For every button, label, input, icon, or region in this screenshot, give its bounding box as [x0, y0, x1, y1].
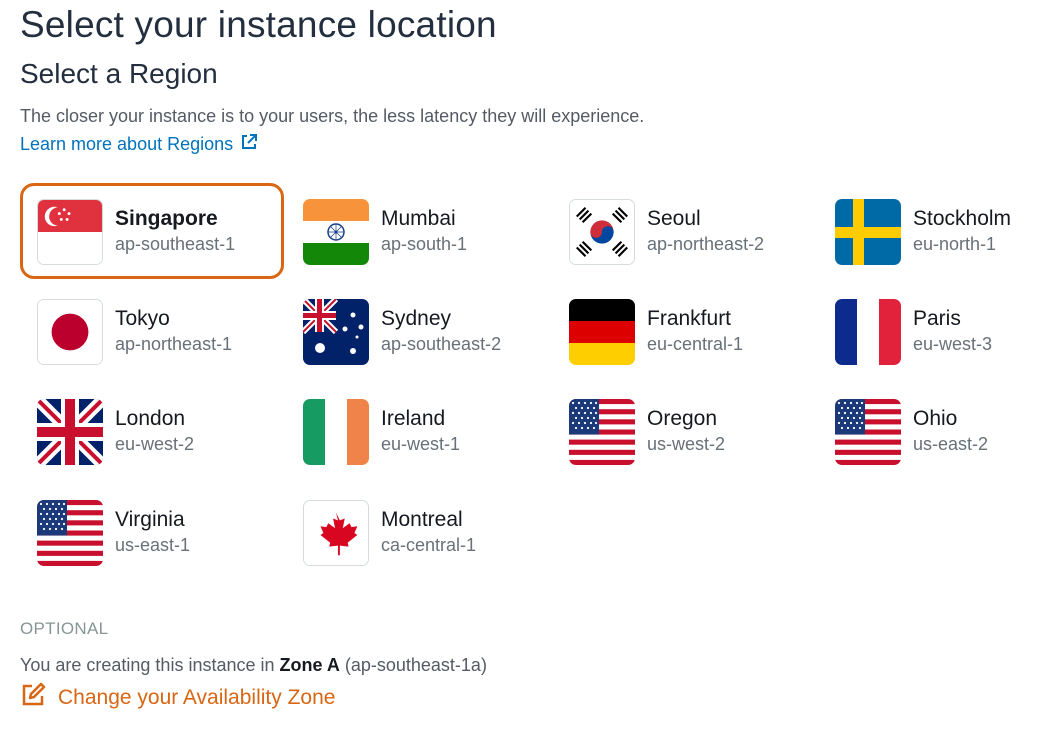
region-card-oregon[interactable]: Oregon us-west-2 [552, 383, 816, 479]
region-card-mumbai[interactable]: Mumbai ap-south-1 [286, 183, 550, 279]
singapore-flag-icon [37, 199, 103, 265]
region-city: Mumbai [381, 207, 456, 230]
japan-flag-icon [37, 299, 103, 365]
region-code: eu-west-1 [381, 434, 461, 454]
region-card-sydney[interactable]: Sydney ap-southeast-2 [286, 283, 550, 379]
region-code: eu-west-2 [115, 434, 195, 454]
region-code: eu-north-1 [913, 234, 997, 254]
zone-name: Zone A [279, 655, 340, 675]
zone-prefix: You are creating this instance in [20, 655, 275, 675]
usa-flag-icon [835, 399, 901, 465]
region-card-ohio[interactable]: Ohio us-east-2 [818, 383, 1043, 479]
usa-flag-icon [569, 399, 635, 465]
france-flag-icon [835, 299, 901, 365]
region-card-tokyo[interactable]: Tokyo ap-northeast-1 [20, 283, 284, 379]
region-card-ireland[interactable]: Ireland eu-west-1 [286, 383, 550, 479]
region-city: Tokyo [115, 307, 170, 330]
region-city: Sydney [381, 307, 452, 330]
region-grid: Singapore ap-southeast-1 Mumbai ap-south… [0, 0, 1043, 600]
region-card-seoul[interactable]: Seoul ap-northeast-2 [552, 183, 816, 279]
region-card-montreal[interactable]: Montreal ca-central-1 [286, 484, 550, 580]
zone-code: (ap-southeast-1a) [344, 655, 487, 675]
region-city: Paris [913, 307, 961, 330]
region-city: Montreal [381, 508, 463, 531]
region-code: us-east-2 [913, 434, 989, 454]
region-city: Frankfurt [647, 307, 732, 330]
region-code: ap-south-1 [381, 234, 468, 254]
region-city: Ohio [913, 407, 958, 430]
region-card-paris[interactable]: Paris eu-west-3 [818, 283, 1043, 379]
region-code: us-east-1 [115, 535, 191, 555]
usa-flag-icon [37, 500, 103, 566]
region-city: Oregon [647, 407, 718, 430]
region-card-stockholm[interactable]: Stockholm eu-north-1 [818, 183, 1043, 279]
change-zone-label: Change your Availability Zone [58, 686, 336, 709]
region-code: ap-southeast-1 [115, 234, 236, 254]
availability-zone-info: You are creating this instance in Zone A… [20, 655, 487, 676]
region-code: ap-northeast-1 [115, 334, 233, 354]
canada-flag-icon [303, 500, 369, 566]
sweden-flag-icon [835, 199, 901, 265]
region-card-virginia[interactable]: Virginia us-east-1 [20, 484, 284, 580]
south-korea-flag-icon [569, 199, 635, 265]
region-code: eu-central-1 [647, 334, 744, 354]
edit-icon [20, 682, 46, 714]
region-card-singapore[interactable]: Singapore ap-southeast-1 [20, 183, 284, 279]
india-flag-icon [303, 199, 369, 265]
region-city: Seoul [647, 207, 701, 230]
change-availability-zone-link[interactable]: Change your Availability Zone [20, 682, 335, 714]
optional-label: OPTIONAL [20, 619, 109, 638]
region-code: eu-west-3 [913, 334, 993, 354]
region-city: Virginia [115, 508, 185, 531]
region-code: ca-central-1 [381, 535, 477, 555]
australia-flag-icon [303, 299, 369, 365]
region-city: Ireland [381, 407, 446, 430]
region-card-frankfurt[interactable]: Frankfurt eu-central-1 [552, 283, 816, 379]
region-city: Stockholm [913, 207, 1012, 230]
region-card-london[interactable]: London eu-west-2 [20, 383, 284, 479]
ireland-flag-icon [303, 399, 369, 465]
uk-flag-icon [37, 399, 103, 465]
region-code: us-west-2 [647, 434, 726, 454]
region-code: ap-northeast-2 [647, 234, 765, 254]
region-city: London [115, 407, 186, 430]
region-city: Singapore [115, 207, 218, 230]
germany-flag-icon [569, 299, 635, 365]
region-code: ap-southeast-2 [381, 334, 502, 354]
